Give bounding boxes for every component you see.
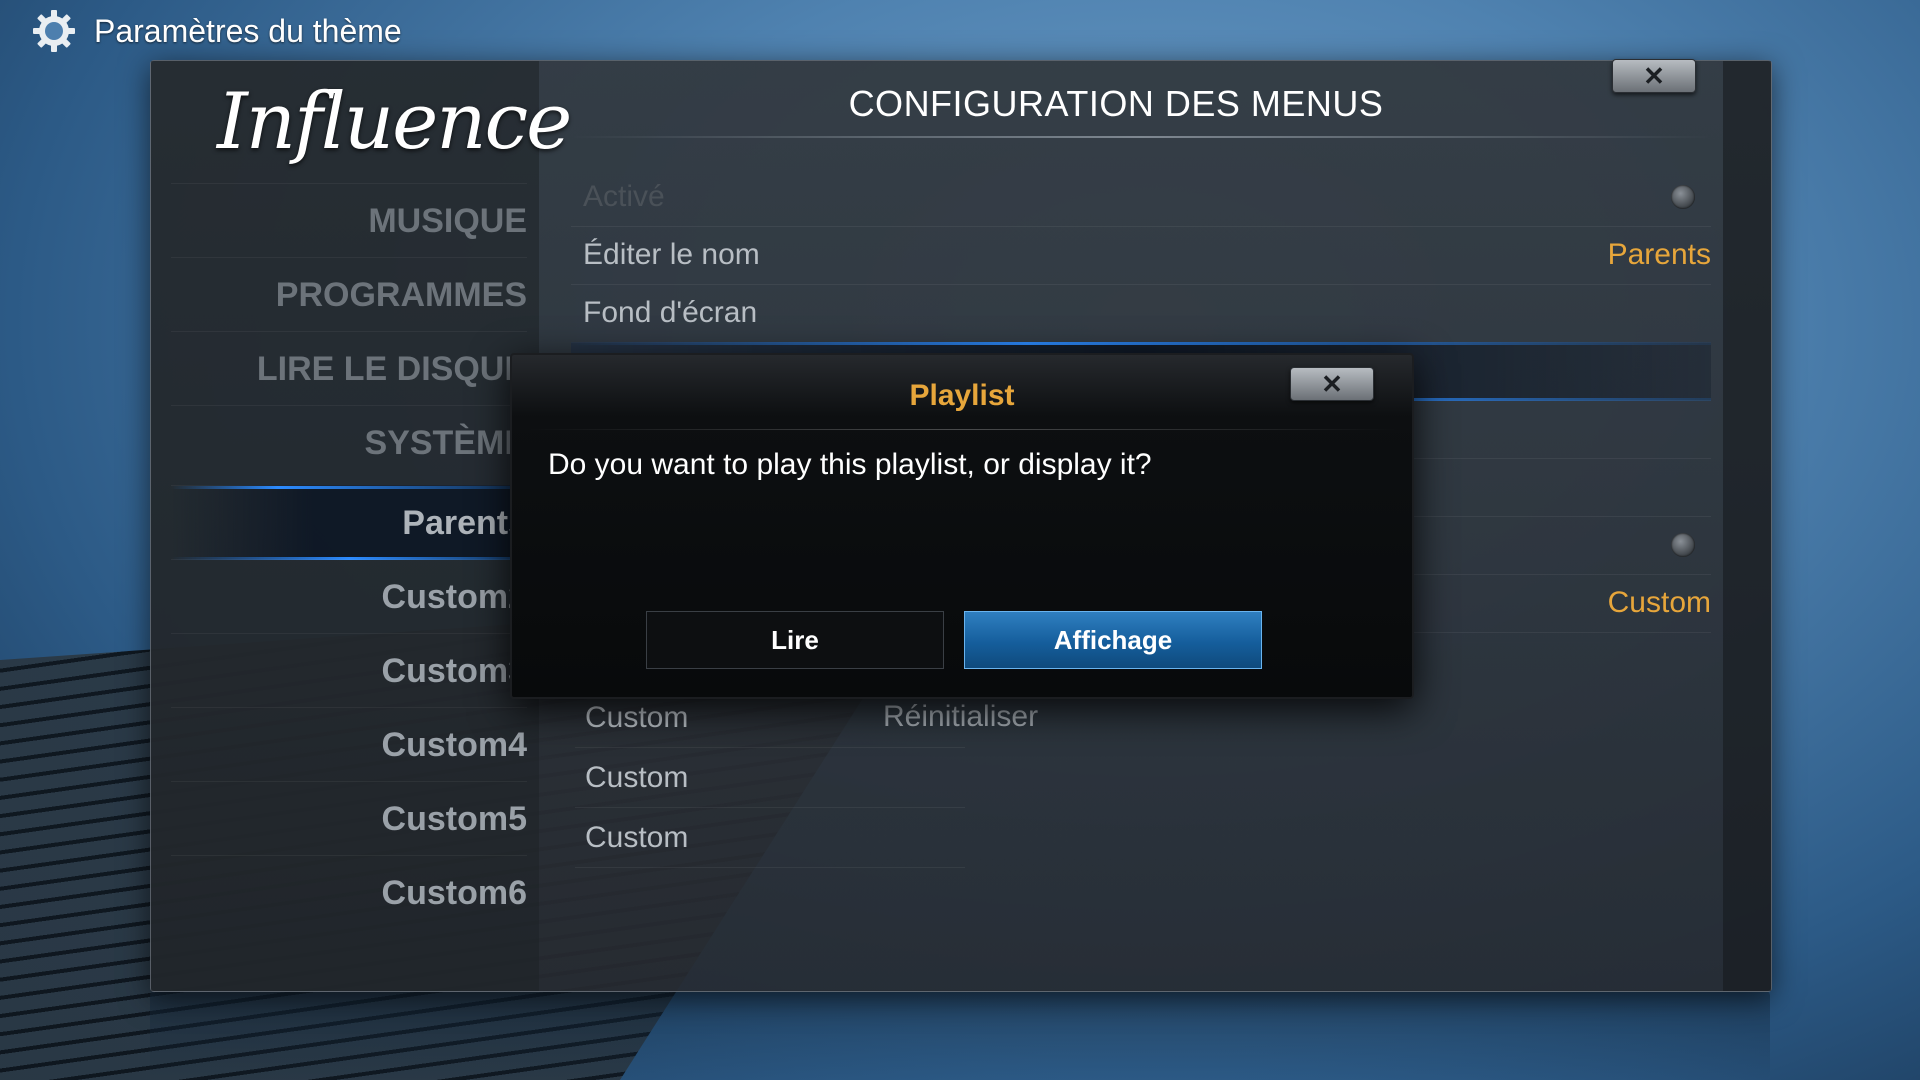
submenu-item[interactable]: Custom bbox=[575, 749, 965, 808]
setting-value: Custom bbox=[1607, 586, 1711, 619]
nav-item-systeme[interactable]: SYSTÈME bbox=[171, 405, 527, 480]
page-title: Paramètres du thème bbox=[94, 12, 402, 49]
dialog-message: Do you want to play this playlist, or di… bbox=[548, 448, 1152, 481]
display-button[interactable]: Affichage bbox=[964, 611, 1262, 669]
nav-item-custom2[interactable]: Custom2 bbox=[171, 559, 527, 634]
radio-toggle-icon[interactable] bbox=[1671, 533, 1695, 557]
playlist-dialog: Playlist ✕ Do you want to play this play… bbox=[510, 353, 1414, 699]
nav-item-musique[interactable]: MUSIQUE bbox=[171, 183, 527, 258]
setting-label: Éditer le nom bbox=[583, 238, 760, 271]
nav-item-lire-le-disque[interactable]: LIRE LE DISQUE bbox=[171, 331, 527, 406]
title-divider bbox=[571, 136, 1711, 138]
setting-value: Parents bbox=[1607, 238, 1711, 271]
nav-item-custom5[interactable]: Custom5 bbox=[171, 781, 527, 856]
panel-close-button[interactable]: ✕ bbox=[1612, 59, 1696, 93]
dialog-divider bbox=[526, 429, 1398, 430]
nav-item-custom6[interactable]: Custom6 bbox=[171, 855, 527, 930]
setting-label: Activé bbox=[583, 180, 665, 213]
scroll-strip bbox=[1723, 61, 1771, 991]
dialog-close-button[interactable]: ✕ bbox=[1290, 367, 1374, 401]
nav-item-programmes[interactable]: PROGRAMMES bbox=[171, 257, 527, 332]
setting-row-wallpaper[interactable]: Fond d'écran bbox=[571, 284, 1711, 343]
gear-icon bbox=[33, 10, 75, 52]
submenu-item[interactable]: Custom bbox=[575, 809, 965, 868]
setting-row-active[interactable]: Activé bbox=[571, 168, 1711, 227]
dialog-title: Playlist bbox=[909, 379, 1015, 412]
panel-reflection bbox=[150, 990, 1770, 1080]
nav-item-parents[interactable]: Parents bbox=[171, 485, 527, 560]
content-title: CONFIGURATION DES MENUS bbox=[848, 83, 1384, 124]
close-icon: ✕ bbox=[1321, 368, 1343, 399]
nav-item-custom4[interactable]: Custom4 bbox=[171, 707, 527, 782]
setting-row-edit-name[interactable]: Éditer le nom Parents bbox=[571, 226, 1711, 285]
influence-logo: Influence bbox=[217, 77, 572, 167]
play-button[interactable]: Lire bbox=[646, 611, 944, 669]
page-header: Paramètres du thème bbox=[30, 8, 402, 54]
radio-toggle-icon[interactable] bbox=[1671, 185, 1695, 209]
setting-label: Fond d'écran bbox=[583, 296, 758, 329]
nav-item-custom3[interactable]: Custom3 bbox=[171, 633, 527, 708]
close-icon: ✕ bbox=[1643, 60, 1665, 91]
